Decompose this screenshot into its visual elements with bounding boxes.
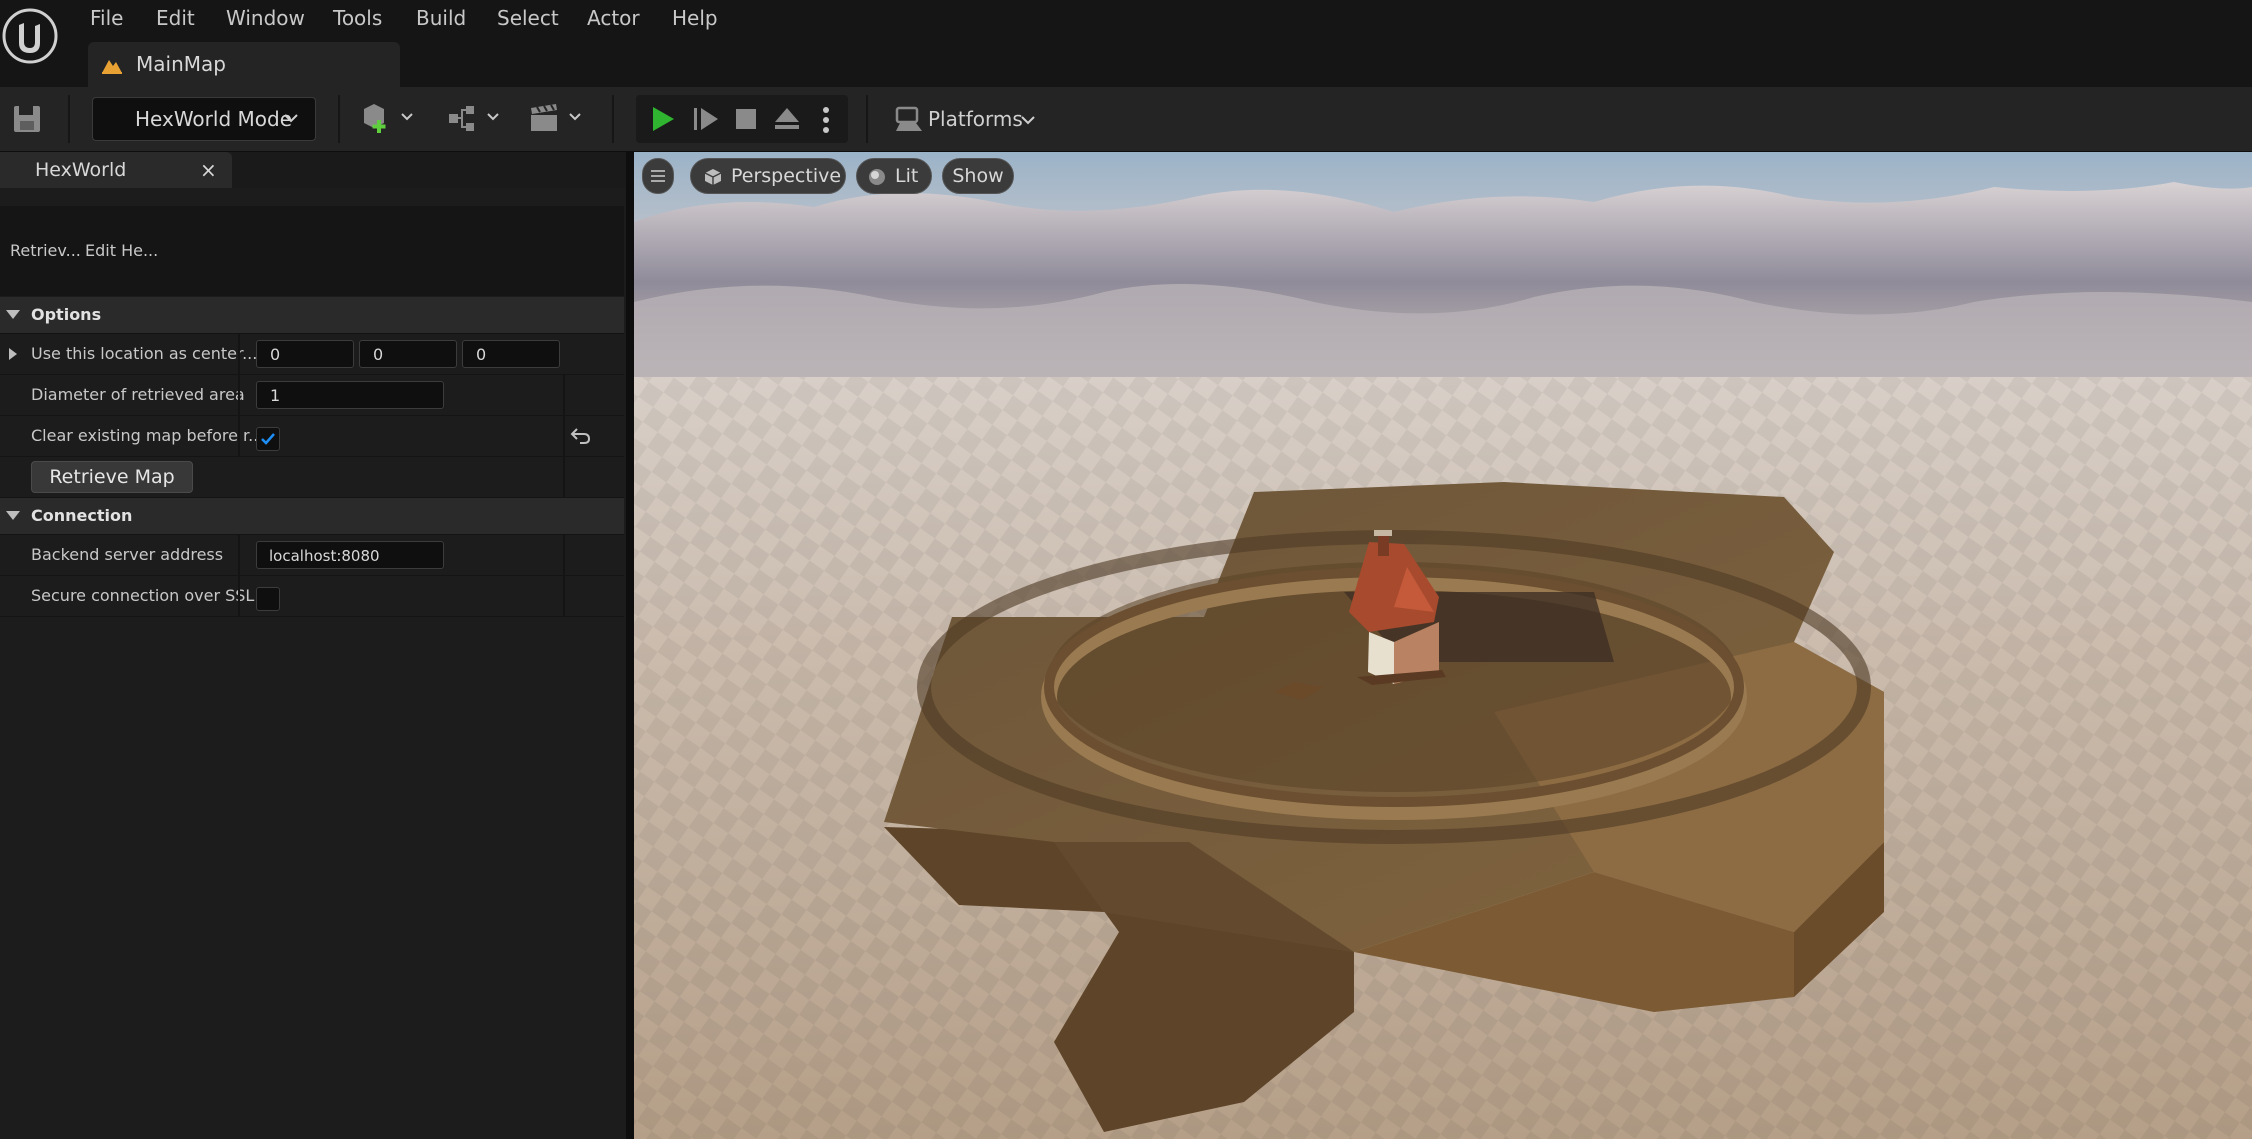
subtab-edit-hex[interactable]: Edit He...: [85, 206, 158, 296]
document-tab-mainmap[interactable]: MainMap: [88, 42, 400, 87]
category-label: Options: [31, 305, 102, 324]
column-divider: [238, 334, 240, 374]
menu-build[interactable]: Build: [416, 4, 466, 32]
column-divider: [238, 375, 240, 415]
eject-icon[interactable]: [772, 105, 802, 133]
category-label: Connection: [31, 506, 133, 525]
column-divider: [563, 375, 565, 415]
menu-file[interactable]: File: [90, 4, 123, 32]
category-connection[interactable]: Connection: [0, 498, 624, 535]
save-icon[interactable]: [12, 101, 42, 135]
checkmark-icon: [261, 433, 275, 445]
main-toolbar: HexWorld Mode Platforms: [0, 87, 2252, 152]
reset-to-default-icon[interactable]: [570, 426, 592, 446]
play-controls: [636, 95, 848, 143]
panel-splitter[interactable]: [626, 152, 634, 1139]
level-viewport[interactable]: Perspective Lit Show: [634, 152, 2252, 1139]
column-divider: [238, 535, 240, 575]
hexworld-mode-panel: HexWorld × Retriev... Edit He... Options…: [0, 152, 632, 1139]
editor-mode-label: HexWorld Mode: [135, 107, 292, 131]
lit-sphere-icon: [869, 169, 885, 185]
document-tab-label: MainMap: [136, 52, 226, 76]
panel-tab-hexworld[interactable]: HexWorld ×: [0, 152, 232, 188]
property-label: Diameter of retrieved area: [31, 385, 245, 404]
center-z-field[interactable]: 0: [462, 340, 560, 368]
menu-select[interactable]: Select: [497, 4, 559, 32]
chevron-down-icon: [1021, 116, 1035, 125]
blueprint-icon[interactable]: [446, 101, 508, 135]
subtab-retrieve[interactable]: Retriev...: [10, 206, 81, 296]
property-row-server-address: Backend server address localhost:8080: [0, 535, 624, 576]
property-label: Secure connection over SSL: [31, 586, 255, 605]
menu-edit[interactable]: Edit: [156, 4, 195, 32]
property-label: Clear existing map before r...: [31, 426, 264, 445]
unreal-engine-logo-icon[interactable]: [2, 8, 58, 64]
expand-arrow-icon[interactable]: [9, 348, 17, 360]
toolbar-separator: [338, 95, 340, 143]
collapse-arrow-icon: [6, 511, 20, 520]
property-label: Backend server address: [31, 545, 224, 564]
platforms-icon: [895, 106, 922, 131]
viewport-options-button[interactable]: [642, 158, 674, 194]
mode-subtabs: Retriev... Edit He...: [0, 206, 624, 296]
category-options[interactable]: Options: [0, 297, 624, 334]
column-divider: [563, 457, 565, 497]
toolbar-separator: [68, 95, 70, 143]
panel-tab-label: HexWorld: [35, 159, 127, 181]
view-mode-label: Perspective: [731, 165, 842, 187]
property-label: Use this location as center...: [31, 344, 258, 363]
cinematics-clapper-icon[interactable]: [528, 101, 590, 135]
property-row-diameter: Diameter of retrieved area 1: [0, 375, 624, 416]
column-divider: [563, 416, 565, 456]
clear-map-checkbox[interactable]: [256, 427, 280, 451]
center-y-field[interactable]: 0: [359, 340, 457, 368]
stop-icon[interactable]: [734, 107, 758, 131]
collapse-arrow-icon: [6, 310, 20, 319]
column-divider: [563, 576, 565, 616]
view-lighting-button[interactable]: Lit: [856, 158, 932, 194]
toolbar-separator: [866, 95, 868, 143]
show-flags-button[interactable]: Show: [942, 158, 1014, 194]
viewport-scene: [634, 152, 2252, 1139]
menu-window[interactable]: Window: [226, 4, 305, 32]
retrieve-map-button[interactable]: Retrieve Map: [31, 461, 193, 493]
add-actor-icon[interactable]: [360, 101, 422, 135]
cube-icon: [704, 169, 722, 185]
diameter-field[interactable]: 1: [256, 381, 444, 409]
menu-actor[interactable]: Actor: [587, 4, 640, 32]
close-icon[interactable]: ×: [200, 152, 217, 188]
more-options-icon[interactable]: [820, 107, 832, 135]
column-divider: [238, 416, 240, 456]
menu-help[interactable]: Help: [672, 4, 718, 32]
editor-mode-dropdown[interactable]: HexWorld Mode: [92, 97, 316, 141]
chevron-down-icon: [284, 114, 298, 123]
property-row-retrieve-button: Retrieve Map: [0, 457, 624, 498]
menu-tools[interactable]: Tools: [333, 4, 382, 32]
menu-bar: File Edit Window Tools Build Select Acto…: [0, 0, 2252, 87]
level-map-icon: [102, 60, 122, 74]
column-divider: [238, 576, 240, 616]
view-mode-button[interactable]: Perspective: [690, 158, 846, 194]
center-x-field[interactable]: 0: [256, 340, 354, 368]
property-row-ssl: Secure connection over SSL: [0, 576, 624, 617]
hamburger-menu-icon: [651, 170, 665, 182]
toolbar-separator: [612, 95, 614, 143]
view-lighting-label: Lit: [895, 165, 919, 187]
platforms-dropdown[interactable]: Platforms: [890, 97, 1050, 141]
server-address-field[interactable]: localhost:8080: [256, 541, 444, 569]
panel-tabstrip: [232, 152, 632, 188]
step-forward-icon[interactable]: [692, 105, 720, 133]
column-divider: [563, 535, 565, 575]
property-row-center-location: Use this location as center... 0 0 0: [0, 334, 624, 375]
platforms-label: Platforms: [928, 107, 1023, 131]
play-icon[interactable]: [650, 105, 676, 133]
ssl-checkbox[interactable]: [256, 587, 280, 611]
property-row-clear-map: Clear existing map before r...: [0, 416, 624, 457]
